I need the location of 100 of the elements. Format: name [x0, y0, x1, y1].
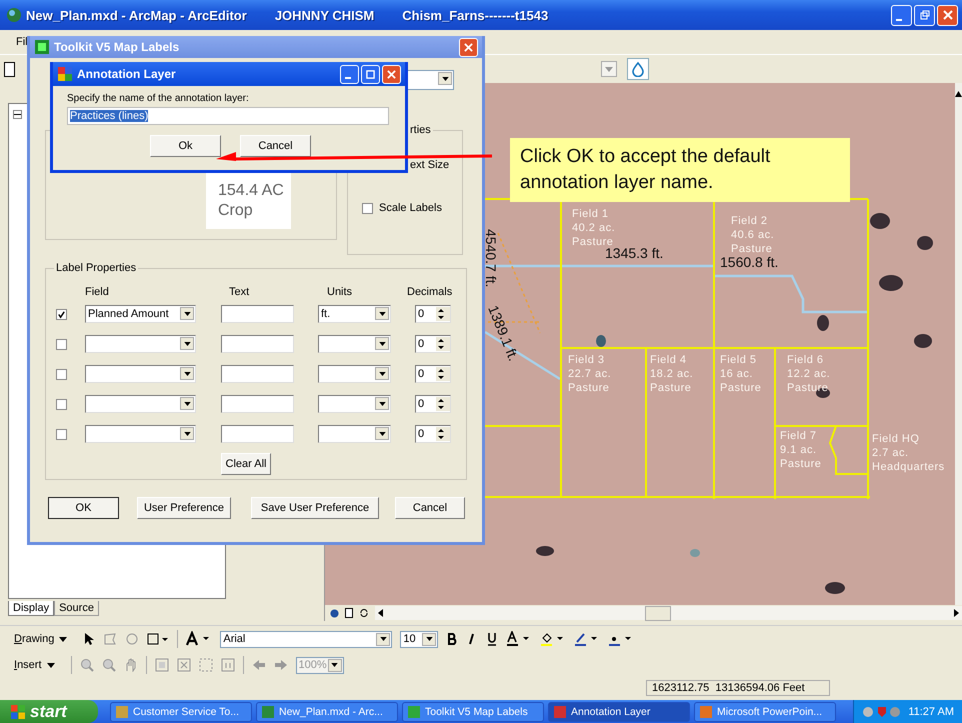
panel-tab[interactable]: Source [54, 601, 99, 616]
caret-icon[interactable] [375, 427, 389, 440]
close-button[interactable] [937, 4, 958, 26]
taskbar-button[interactable]: Customer Service To... [110, 702, 252, 722]
units-dropdown[interactable] [318, 365, 391, 383]
toolbar-button[interactable] [4, 62, 15, 76]
pointer-icon[interactable] [83, 632, 96, 646]
caret-icon[interactable] [375, 337, 389, 350]
field-use: Pasture [650, 381, 692, 395]
scroll-up-icon[interactable] [955, 91, 962, 97]
field-dropdown[interactable] [85, 425, 196, 443]
units-dropdown[interactable] [318, 395, 391, 413]
spinner-arrows-icon[interactable] [436, 367, 446, 381]
units-dropdown[interactable]: ft. [318, 305, 391, 323]
menu-item[interactable]: Fil [16, 36, 28, 48]
field-dropdown[interactable] [85, 335, 196, 353]
layer-dropdown[interactable] [601, 61, 617, 77]
rectangle-icon[interactable] [147, 632, 170, 646]
dialog-button[interactable]: User Preference [137, 497, 231, 519]
panel-tab[interactable]: Display [8, 601, 54, 616]
horizontal-scrollbar[interactable] [375, 606, 962, 620]
caret-icon[interactable] [376, 632, 390, 646]
units-dropdown[interactable] [318, 335, 391, 353]
field-label: ext Size [410, 159, 450, 171]
underline-icon[interactable] [486, 632, 498, 646]
close-icon [387, 70, 396, 78]
checkbox[interactable] [56, 428, 67, 440]
spinner-arrows-icon[interactable] [436, 397, 446, 411]
checkbox[interactable] [56, 308, 67, 320]
caret-icon[interactable] [375, 307, 389, 320]
checkbox[interactable] [362, 202, 373, 214]
maximize-button[interactable] [361, 64, 380, 84]
dialog-button[interactable]: Save User Preference [251, 497, 379, 519]
field-dropdown[interactable]: Planned Amount [85, 305, 196, 323]
page-icon[interactable] [345, 608, 353, 618]
taskbar-button[interactable]: Annotation Layer [548, 702, 690, 722]
close-button[interactable] [382, 64, 401, 84]
drawing-menu-button[interactable]: Drawing [14, 633, 76, 645]
dialog-button[interactable]: OK [48, 497, 119, 519]
caret-icon[interactable] [180, 307, 194, 320]
decimals-spinner[interactable]: 0 [415, 335, 451, 353]
restore-button[interactable] [914, 4, 935, 26]
checkbox[interactable] [56, 338, 67, 350]
taskbar-button[interactable]: Microsoft PowerPoin... [694, 702, 836, 722]
font-size-dropdown[interactable]: 10 [400, 630, 438, 648]
checkbox[interactable] [56, 398, 67, 410]
start-button[interactable]: start [0, 700, 98, 723]
refresh-icon[interactable] [359, 608, 369, 618]
decimals-spinner[interactable]: 0 [415, 305, 451, 323]
minimize-button[interactable] [340, 64, 359, 84]
units-dropdown[interactable] [318, 425, 391, 443]
spinner-arrows-icon[interactable] [436, 337, 446, 351]
text-input[interactable] [221, 425, 294, 443]
clear-all-button[interactable]: Clear All [220, 453, 272, 475]
layer-name-input[interactable]: Practices (lines) [67, 107, 389, 125]
tray-icon[interactable] [862, 704, 902, 718]
font-dropdown[interactable]: Arial [220, 630, 392, 648]
drop-icon[interactable] [627, 58, 649, 80]
dialog-button[interactable]: Ok [150, 135, 221, 157]
bold-icon[interactable] [446, 632, 458, 646]
spinner-arrows-icon[interactable] [436, 427, 446, 441]
caret-icon[interactable] [438, 72, 452, 85]
caret-icon[interactable] [422, 632, 436, 646]
text-input[interactable] [221, 365, 294, 383]
field-name: Field 1 [572, 207, 609, 221]
scroll-left-icon[interactable] [378, 609, 383, 617]
insert-menu-button[interactable]: Insert [14, 659, 63, 671]
measurement-label: 4540.7 ft. [483, 229, 499, 288]
taskbar-button[interactable]: Toolkit V5 Map Labels [402, 702, 544, 722]
text-input[interactable] [221, 305, 294, 323]
field-dropdown[interactable] [85, 395, 196, 413]
caret-icon [59, 636, 68, 642]
caret-icon[interactable] [180, 367, 194, 380]
decimals-spinner[interactable]: 0 [415, 395, 451, 413]
text-input[interactable] [221, 335, 294, 353]
caret-icon[interactable] [180, 427, 194, 440]
taskbar-button[interactable]: New_Plan.mxd - Arc... [256, 702, 398, 722]
close-icon [464, 42, 473, 52]
close-button[interactable] [459, 38, 478, 56]
caret-icon[interactable] [180, 337, 194, 350]
text-input[interactable] [221, 395, 294, 413]
collapse-icon[interactable] [13, 110, 22, 119]
globe-icon[interactable] [330, 608, 339, 618]
dialog-button[interactable]: Cancel [240, 135, 311, 157]
checkbox[interactable] [56, 368, 67, 380]
scroll-right-icon[interactable] [954, 609, 959, 617]
caret-icon[interactable] [328, 658, 342, 672]
decimals-spinner[interactable]: 0 [415, 425, 451, 443]
measurement-label: 1560.8 ft. [720, 254, 778, 270]
vertical-scrollbar[interactable] [955, 83, 962, 605]
decimals-spinner[interactable]: 0 [415, 365, 451, 383]
dialog-button[interactable]: Cancel [395, 497, 465, 519]
caret-icon[interactable] [375, 397, 389, 410]
spinner-arrows-icon[interactable] [436, 307, 446, 321]
field-dropdown[interactable] [85, 365, 196, 383]
dialog-title: Annotation Layer [77, 67, 176, 81]
caret-icon[interactable] [180, 397, 194, 410]
scroll-thumb[interactable] [645, 606, 671, 621]
caret-icon[interactable] [375, 367, 389, 380]
minimize-button[interactable] [891, 4, 912, 26]
